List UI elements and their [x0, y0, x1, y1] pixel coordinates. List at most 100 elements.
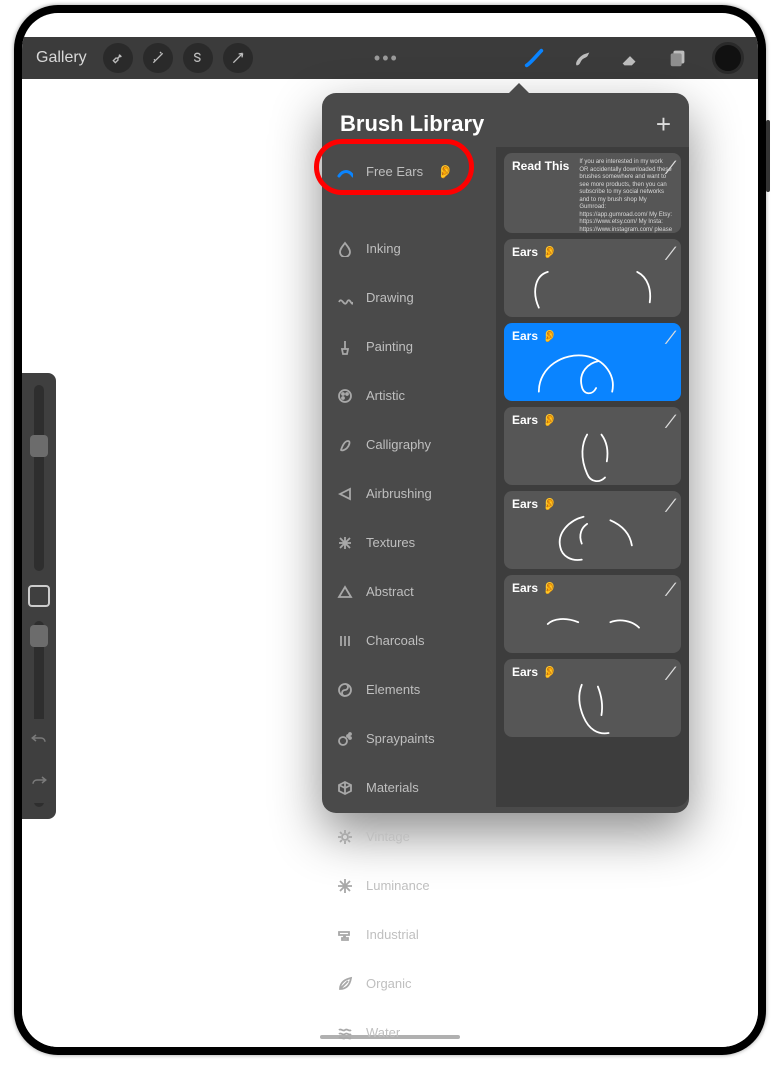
brush-read-this[interactable]: ╱Read ThisIf you are interested in my wo…: [504, 153, 681, 233]
gear-icon: [336, 828, 354, 846]
brush-library-popover: Brush Library + Free Ears👂InkingDrawingP…: [322, 93, 689, 813]
category-label: Elements: [366, 682, 420, 697]
smudge-tool-icon[interactable]: [568, 44, 596, 72]
stroke-icon: [336, 163, 354, 181]
category-label: Calligraphy: [366, 437, 431, 452]
top-toolbar: Gallery •••: [22, 37, 758, 79]
brush-ears[interactable]: ╱Ears 👂: [504, 659, 681, 737]
waves-icon: [336, 1024, 354, 1042]
brush-label: Ears: [512, 665, 538, 679]
brush-ears[interactable]: ╱Ears 👂: [504, 239, 681, 317]
pbrush-icon: [336, 338, 354, 356]
brush-emoji: 👂: [542, 245, 557, 259]
brush-ears[interactable]: ╱Ears 👂: [504, 323, 681, 401]
category-label: Water: [366, 1025, 400, 1040]
brush-preview: [512, 343, 673, 401]
category-label: Organic: [366, 976, 412, 991]
bars-icon: [336, 632, 354, 650]
redo-icon[interactable]: [30, 773, 48, 792]
brush-info-text: If you are interested in my work OR acci…: [579, 159, 673, 233]
brush-label: Ears: [512, 581, 538, 595]
gallery-button[interactable]: Gallery: [36, 49, 87, 67]
category-label: Abstract: [366, 584, 414, 599]
squiggle-icon: [336, 289, 354, 307]
brush-list: ╱Read ThisIf you are interested in my wo…: [496, 147, 689, 807]
category-spraypaints[interactable]: Spraypaints: [322, 714, 496, 763]
category-artistic[interactable]: Artistic: [322, 371, 496, 420]
transform-arrow-icon[interactable]: [223, 43, 253, 73]
category-label: Free Ears: [366, 164, 423, 179]
layers-icon[interactable]: [664, 44, 692, 72]
category-drawing[interactable]: Drawing: [322, 273, 496, 322]
category-label: Painting: [366, 339, 413, 354]
brush-ears[interactable]: ╱Ears 👂: [504, 407, 681, 485]
category-label: Materials: [366, 780, 419, 795]
category-label: Artistic: [366, 388, 405, 403]
category-luminance[interactable]: Luminance: [322, 861, 496, 910]
texture-icon: [336, 534, 354, 552]
category-label: Airbrushing: [366, 486, 432, 501]
adjustments-wand-icon[interactable]: [143, 43, 173, 73]
category-charcoals[interactable]: Charcoals: [322, 616, 496, 665]
category-elements[interactable]: Elements: [322, 665, 496, 714]
brush-ears[interactable]: ╱Ears 👂: [504, 575, 681, 653]
calli-icon: [336, 436, 354, 454]
yin-icon: [336, 681, 354, 699]
brush-emoji: 👂: [542, 581, 557, 595]
category-abstract[interactable]: Abstract: [322, 567, 496, 616]
drop-icon: [336, 240, 354, 258]
category-materials[interactable]: Materials: [322, 763, 496, 812]
brush-label: Ears: [512, 329, 538, 343]
undo-redo-group: [22, 719, 56, 803]
category-label: Charcoals: [366, 633, 425, 648]
brush-emoji: 👂: [542, 413, 557, 427]
actions-wrench-icon[interactable]: [103, 43, 133, 73]
undo-icon[interactable]: [30, 731, 48, 750]
brush-category-list: Free Ears 👂 Inking Drawing Painting Artistic C…: [322, 147, 496, 807]
leaf-icon: [336, 975, 354, 993]
screen: Gallery •••: [22, 13, 758, 1047]
brush-preview: [512, 427, 673, 485]
brush-emoji: 👂: [542, 497, 557, 511]
eraser-tool-icon[interactable]: [616, 44, 644, 72]
triangle-icon: [336, 583, 354, 601]
color-well[interactable]: [712, 42, 744, 74]
brush-size-slider[interactable]: [34, 385, 44, 571]
category-label: Drawing: [366, 290, 414, 305]
selection-s-icon[interactable]: [183, 43, 213, 73]
brush-label: Ears: [512, 413, 538, 427]
category-organic[interactable]: Organic: [322, 959, 496, 1008]
category-painting[interactable]: Painting: [322, 322, 496, 371]
category-textures[interactable]: Textures: [322, 518, 496, 567]
category-vintage[interactable]: Vintage: [322, 812, 496, 861]
category-label: Vintage: [366, 829, 410, 844]
brush-label: Ears: [512, 497, 538, 511]
palette-icon: [336, 387, 354, 405]
modify-dots-icon[interactable]: •••: [374, 48, 399, 69]
ipad-frame: Gallery •••: [14, 5, 766, 1055]
category-label: Inking: [366, 241, 401, 256]
brush-preview: [512, 679, 673, 737]
category-water[interactable]: Water: [322, 1008, 496, 1047]
spray-icon: [336, 730, 354, 748]
modify-button[interactable]: [28, 585, 50, 607]
brush-label: Ears: [512, 245, 538, 259]
category-inking[interactable]: Inking: [322, 224, 496, 273]
category-emoji: 👂: [437, 164, 453, 180]
category-label: Industrial: [366, 927, 419, 942]
category-calligraphy[interactable]: Calligraphy: [322, 420, 496, 469]
brush-ears[interactable]: ╱Ears 👂: [504, 491, 681, 569]
air-icon: [336, 485, 354, 503]
anvil-icon: [336, 926, 354, 944]
add-brush-set-icon[interactable]: +: [656, 115, 671, 133]
brush-emoji: 👂: [542, 665, 557, 679]
hardware-side-button: [766, 120, 770, 192]
category-industrial[interactable]: Industrial: [322, 910, 496, 959]
brush-emoji: 👂: [542, 329, 557, 343]
brush-tool-icon[interactable]: [520, 44, 548, 72]
category-label: Spraypaints: [366, 731, 435, 746]
category-free-ears[interactable]: Free Ears 👂: [322, 147, 496, 196]
brush-label: Read This: [512, 159, 569, 173]
category-label: Textures: [366, 535, 415, 550]
category-airbrushing[interactable]: Airbrushing: [322, 469, 496, 518]
